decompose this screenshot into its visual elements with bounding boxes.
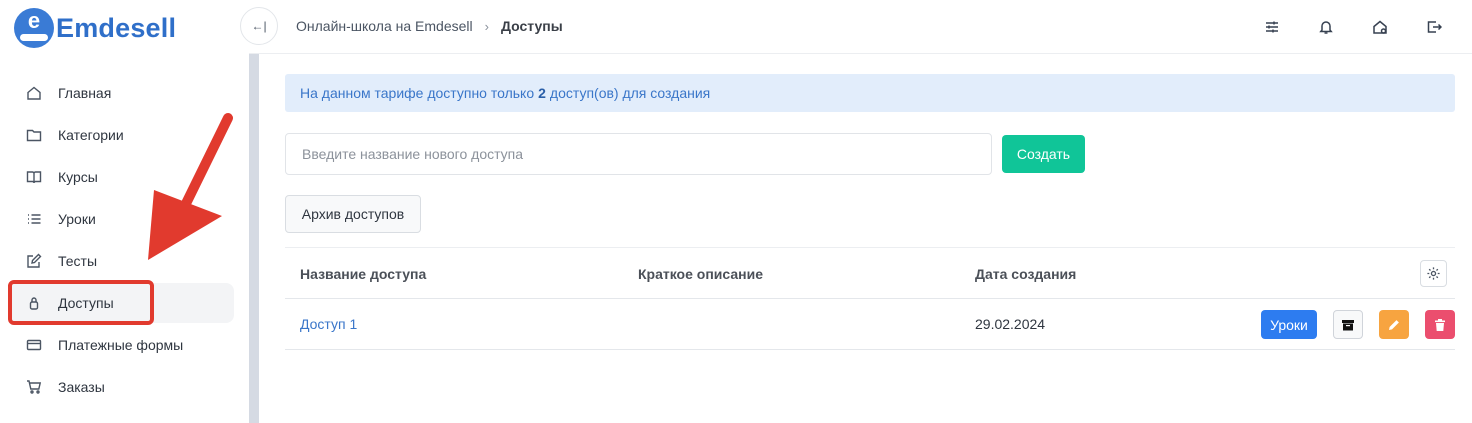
- sliders-icon[interactable]: [1262, 17, 1282, 37]
- lock-icon: [25, 294, 43, 312]
- edit-icon: [25, 252, 43, 270]
- archive-row-button[interactable]: [1333, 310, 1363, 339]
- sidebar-item-label: Тесты: [58, 253, 98, 269]
- sidebar-item-categories[interactable]: Категории: [10, 115, 234, 155]
- brand-logo[interactable]: e Emdesell: [14, 8, 176, 48]
- gear-icon: [1427, 267, 1440, 280]
- sidebar-item-tests[interactable]: Тесты: [10, 241, 234, 281]
- sidebar-item-courses[interactable]: Курсы: [10, 157, 234, 197]
- column-header-description[interactable]: Краткое описание: [638, 266, 763, 282]
- access-table: Название доступа Краткое описание Дата с…: [285, 247, 1455, 350]
- breadcrumb-parent[interactable]: Онлайн-школа на Emdesell: [296, 18, 473, 34]
- home-settings-icon[interactable]: [1370, 17, 1390, 37]
- header-actions: [1262, 17, 1472, 37]
- book-icon: [25, 168, 43, 186]
- sidebar-item-orders[interactable]: Заказы: [10, 367, 234, 407]
- edit-row-button[interactable]: [1379, 310, 1409, 339]
- access-created-date: 29.02.2024: [975, 316, 1046, 332]
- sidebar-item-label: Курсы: [58, 169, 98, 185]
- credit-card-icon: [25, 336, 43, 354]
- collapse-sidebar-button[interactable]: ←|: [240, 7, 278, 45]
- sidebar-item-label: Доступы: [58, 295, 114, 311]
- sidebar: e Emdesell Главная Категории Курсы Уроки…: [0, 0, 249, 423]
- list-icon: [25, 210, 43, 228]
- trash-icon: [1435, 318, 1445, 331]
- row-actions: Уроки: [1261, 310, 1455, 339]
- sidebar-item-label: Категории: [58, 127, 124, 143]
- alert-count: 2: [538, 85, 546, 101]
- lessons-button[interactable]: Уроки: [1261, 310, 1317, 339]
- bell-icon[interactable]: [1316, 17, 1336, 37]
- column-header-name[interactable]: Название доступа: [300, 266, 426, 282]
- breadcrumb-separator-icon: ›: [484, 18, 489, 34]
- archive-box-icon: [1342, 319, 1354, 330]
- column-header-created[interactable]: Дата создания: [975, 266, 1076, 282]
- create-button[interactable]: Создать: [1002, 135, 1085, 173]
- home-icon: [25, 84, 43, 102]
- table-header: Название доступа Краткое описание Дата с…: [285, 247, 1455, 299]
- main-content: На данном тарифе доступно только 2 досту…: [285, 74, 1455, 350]
- folder-icon: [25, 126, 43, 144]
- sidebar-scrollbar[interactable]: [249, 54, 259, 423]
- delete-row-button[interactable]: [1425, 310, 1455, 339]
- sidebar-item-label: Главная: [58, 85, 112, 101]
- logout-icon[interactable]: [1424, 17, 1444, 37]
- sidebar-nav: Главная Категории Курсы Уроки Тесты Дост…: [10, 73, 234, 409]
- cart-icon: [25, 378, 43, 396]
- sidebar-item-label: Заказы: [58, 379, 105, 395]
- archive-button[interactable]: Архив доступов: [285, 195, 421, 233]
- sidebar-item-home[interactable]: Главная: [10, 73, 234, 113]
- breadcrumb-current: Доступы: [500, 18, 563, 34]
- sidebar-item-lessons[interactable]: Уроки: [10, 199, 234, 239]
- plan-limit-alert: На данном тарифе доступно только 2 досту…: [285, 74, 1455, 112]
- sidebar-item-label: Уроки: [58, 211, 96, 227]
- create-access-form: Создать: [285, 133, 1085, 175]
- alert-text-before: На данном тарифе доступно только: [300, 85, 535, 101]
- new-access-input[interactable]: [285, 133, 992, 175]
- topbar: ←| Онлайн-школа на Emdesell › Доступы: [240, 0, 1472, 54]
- collapse-icon: ←|: [251, 19, 267, 33]
- access-name-link[interactable]: Доступ 1: [300, 316, 357, 332]
- logo-mark-icon: e: [14, 8, 54, 48]
- sidebar-item-payment-forms[interactable]: Платежные формы: [10, 325, 234, 365]
- table-settings-button[interactable]: [1420, 260, 1447, 287]
- sidebar-item-access[interactable]: Доступы: [10, 283, 234, 323]
- alert-text-after: доступ(ов) для создания: [549, 85, 711, 101]
- brand-name: Emdesell: [56, 12, 177, 43]
- pencil-icon: [1389, 319, 1399, 330]
- table-row: Доступ 1 29.02.2024 Уроки: [285, 299, 1455, 350]
- sidebar-item-label: Платежные формы: [58, 337, 184, 353]
- breadcrumb: Онлайн-школа на Emdesell › Доступы: [296, 18, 563, 34]
